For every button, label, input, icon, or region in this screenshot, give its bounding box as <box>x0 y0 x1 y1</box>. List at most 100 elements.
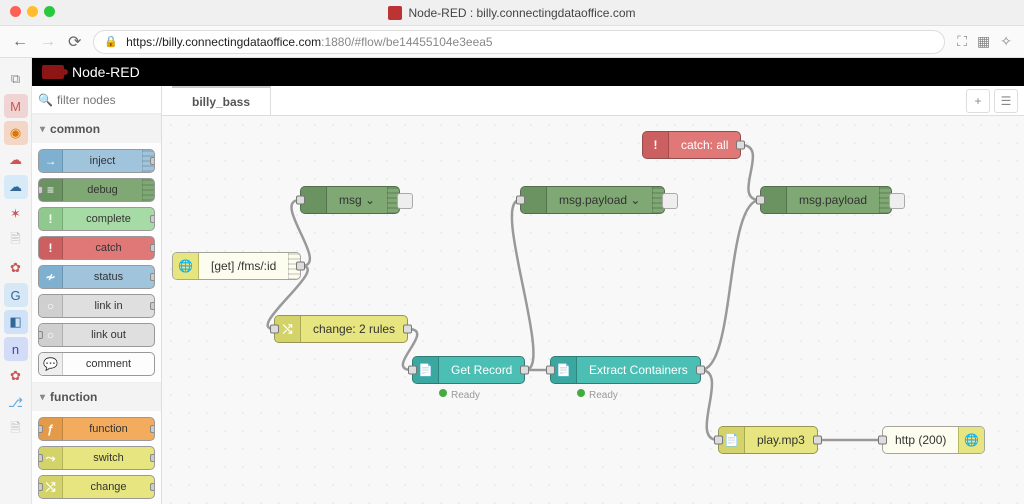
debug-toggle-button[interactable] <box>889 193 905 209</box>
node-label: msg ⌄ <box>327 193 387 207</box>
status-text: Ready <box>451 390 480 401</box>
flow-node-httpOut[interactable]: http (200)🌐 <box>882 426 985 454</box>
flow-node-extract[interactable]: 📄Extract ContainersReady <box>550 356 701 384</box>
node-label: change: 2 rules <box>301 322 407 336</box>
debug-toggle-button[interactable] <box>662 193 678 209</box>
reload-button[interactable]: ⟳ <box>68 32 81 52</box>
rail-icon[interactable]: M <box>4 94 28 118</box>
palette-node-link-out[interactable]: ○link out <box>38 323 155 347</box>
palette-category-common[interactable]: ▾ common <box>32 114 161 143</box>
flow-node-play[interactable]: 📄play.mp3 <box>718 426 818 454</box>
screenshot-icon[interactable]: ⛶ <box>957 33 967 50</box>
node-label: http (200) <box>883 433 958 447</box>
palette-node-switch[interactable]: ⤳switch <box>38 446 155 470</box>
node-icon: 🌐 <box>173 253 199 279</box>
debug-toggle-button[interactable] <box>397 193 413 209</box>
rail-icon[interactable]: 🗎 <box>4 229 28 253</box>
node-icon: ! <box>39 208 63 230</box>
rail-icon[interactable]: n <box>4 337 28 361</box>
list-flows-button[interactable]: ☰ <box>994 89 1018 113</box>
flow-node-msg2[interactable]: msg.payload ⌄ <box>520 186 665 214</box>
node-label: function <box>63 423 154 435</box>
rail-icon[interactable]: ◧ <box>4 310 28 334</box>
palette-node-catch[interactable]: !catch <box>38 236 155 260</box>
palette-search[interactable]: 🔍 <box>32 86 161 114</box>
output-port[interactable] <box>520 366 529 375</box>
back-button[interactable]: ← <box>12 33 28 51</box>
node-label: comment <box>63 358 154 370</box>
input-port[interactable] <box>270 325 279 334</box>
node-icon: 🌐 <box>958 427 984 453</box>
lock-icon: 🔒 <box>104 35 118 48</box>
flow-node-msg3[interactable]: msg.payload <box>760 186 892 214</box>
workspace-tab[interactable]: billy_bass <box>172 86 271 115</box>
output-port[interactable] <box>813 436 822 445</box>
rail-home-icon[interactable]: ⧉ <box>4 67 28 91</box>
palette-node-status[interactable]: ≁status <box>38 265 155 289</box>
window-title: Node-RED : billy.connectingdataoffice.co… <box>408 6 635 20</box>
nodered-logo-icon <box>42 65 64 79</box>
node-label: play.mp3 <box>745 433 817 447</box>
palette-node-debug[interactable]: ≡debug <box>38 178 155 202</box>
node-label: inject <box>63 155 142 167</box>
input-port[interactable] <box>546 366 555 375</box>
input-port[interactable] <box>296 196 305 205</box>
flow-node-httpIn[interactable]: 🌐[get] /fms/:id <box>172 252 301 280</box>
rail-icon[interactable]: ✶ <box>4 202 28 226</box>
qr-icon[interactable]: ▦ <box>977 33 990 50</box>
rail-icon[interactable]: ☁ <box>4 175 28 199</box>
palette-node-change[interactable]: ⤭change <box>38 475 155 499</box>
flow-canvas[interactable]: 🌐[get] /fms/:id⤭change: 2 rulesmsg ⌄📄Get… <box>162 116 1024 504</box>
palette-node-link-in[interactable]: ○link in <box>38 294 155 318</box>
flow-node-getRecord[interactable]: 📄Get RecordReady <box>412 356 525 384</box>
palette-category-function[interactable]: ▾ function <box>32 382 161 411</box>
rail-icon[interactable]: ☁ <box>4 148 28 172</box>
add-flow-button[interactable]: + <box>966 89 990 113</box>
rail-icon[interactable]: 🗎 <box>4 418 28 442</box>
forward-button[interactable]: → <box>40 33 56 51</box>
flow-node-msg1[interactable]: msg ⌄ <box>300 186 400 214</box>
output-port[interactable] <box>696 366 705 375</box>
app-header: Node-RED <box>32 58 1024 86</box>
browser-titlebar: Node-RED : billy.connectingdataoffice.co… <box>0 0 1024 26</box>
palette-node-comment[interactable]: 💬comment <box>38 352 155 376</box>
input-port[interactable] <box>878 436 887 445</box>
node-label: complete <box>63 213 154 225</box>
close-window-button[interactable] <box>10 6 21 17</box>
node-label: link in <box>63 300 154 312</box>
zoom-window-button[interactable] <box>44 6 55 17</box>
input-port[interactable] <box>714 436 723 445</box>
address-bar[interactable]: 🔒 https://billy.connectingdataoffice.com… <box>93 30 945 54</box>
node-label: catch: all <box>669 138 740 152</box>
input-port[interactable] <box>408 366 417 375</box>
extensions-icon[interactable]: ✧ <box>1000 33 1012 50</box>
palette-node-complete[interactable]: !complete <box>38 207 155 231</box>
output-port[interactable] <box>403 325 412 334</box>
output-port[interactable] <box>296 262 305 271</box>
flow-node-change[interactable]: ⤭change: 2 rules <box>274 315 408 343</box>
app-title: Node-RED <box>72 64 140 80</box>
node-icon: → <box>39 150 63 172</box>
node-label: change <box>63 481 154 493</box>
rail-icon[interactable]: ⎇ <box>4 391 28 415</box>
node-label: [get] /fms/:id <box>199 259 288 273</box>
input-port[interactable] <box>756 196 765 205</box>
rail-icon[interactable]: G <box>4 283 28 307</box>
window-controls <box>10 6 55 17</box>
node-label: switch <box>63 452 154 464</box>
node-label: msg.payload ⌄ <box>547 193 652 207</box>
palette-filter-input[interactable] <box>57 93 155 107</box>
favicon-icon <box>388 6 402 20</box>
input-port[interactable] <box>516 196 525 205</box>
palette-node-inject[interactable]: →inject <box>38 149 155 173</box>
minimize-window-button[interactable] <box>27 6 38 17</box>
rail-icon[interactable]: ✿ <box>4 256 28 280</box>
rail-icon[interactable]: ◉ <box>4 121 28 145</box>
node-icon: 💬 <box>39 353 63 375</box>
rail-icon[interactable]: ✿ <box>4 364 28 388</box>
workspace: billy_bass + ☰ 🌐[get] /fms/:id⤭change: 2… <box>162 86 1024 504</box>
browser-tab-rail: ⧉ M ◉ ☁ ☁ ✶ 🗎 ✿ G ◧ n ✿ ⎇ 🗎 <box>0 58 32 504</box>
palette-node-function[interactable]: ƒfunction <box>38 417 155 441</box>
flow-node-catch[interactable]: !catch: all <box>642 131 741 159</box>
output-port[interactable] <box>736 141 745 150</box>
